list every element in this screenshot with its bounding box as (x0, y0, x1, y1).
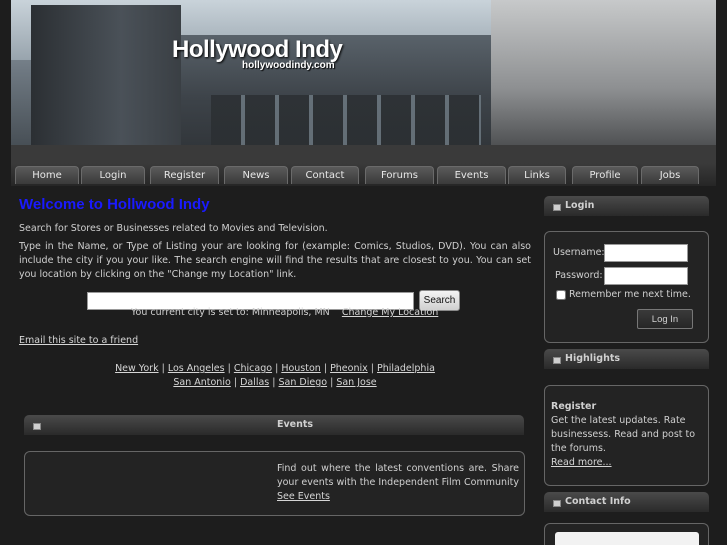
intro-text: Search for Stores or Businesses related … (19, 223, 328, 234)
contact-panel-header: Contact Info (544, 492, 709, 512)
header-banner (11, 0, 716, 162)
banner-building-left (31, 5, 181, 162)
city-link-philadelphia[interactable]: Philadelphia (377, 363, 435, 374)
nav-contact[interactable]: Contact (291, 166, 359, 184)
events-panel: Find out where the latest conventions ar… (24, 451, 525, 516)
city-link-chicago[interactable]: Chicago (234, 363, 272, 374)
events-description: Find out where the latest conventions ar… (277, 463, 519, 502)
city-link-new-york[interactable]: New York (115, 363, 159, 374)
nav-forums[interactable]: Forums (365, 166, 434, 184)
banner-store-windows (211, 95, 481, 145)
city-link-los-angeles[interactable]: Los Angeles (168, 363, 225, 374)
page-title: Welcome to Hollwood Indy (19, 196, 210, 213)
site-url: hollywoodindy.com (242, 60, 335, 71)
password-label: Password: (555, 270, 603, 281)
banner-sidewalk (11, 145, 716, 162)
remember-me-label: Remember me next time. (569, 289, 691, 300)
nav-profile[interactable]: Profile (572, 166, 638, 184)
square-bullet-icon (553, 204, 561, 211)
main-nav: Home Login Register News Contact Forums … (11, 162, 716, 186)
events-panel-header: Events (24, 415, 524, 435)
password-field[interactable] (604, 267, 688, 285)
nav-links[interactable]: Links (508, 166, 566, 184)
city-link-san-diego[interactable]: San Diego (279, 377, 328, 388)
read-more-link[interactable]: Read more... (551, 457, 612, 468)
highlight-item-title: Register (551, 401, 597, 412)
see-events-link[interactable]: See Events (277, 491, 330, 502)
username-label: Username: (553, 247, 605, 258)
city-link-pheonix[interactable]: Pheonix (330, 363, 368, 374)
nav-login[interactable]: Login (81, 166, 145, 184)
square-bullet-icon (553, 500, 561, 507)
highlights-content: Register Get the latest updates. Rate bu… (551, 400, 703, 470)
email-friend-link[interactable]: Email this site to a friend (19, 335, 138, 346)
login-panel-title: Login (565, 200, 595, 211)
nav-home[interactable]: Home (15, 166, 79, 184)
nav-news[interactable]: News (224, 166, 288, 184)
remember-me-checkbox[interactable] (556, 290, 566, 300)
city-link-houston[interactable]: Houston (281, 363, 320, 374)
city-links-row-2: San Antonio | Dallas | San Diego | San J… (173, 377, 377, 388)
highlights-panel: Register Get the latest updates. Rate bu… (544, 385, 709, 486)
search-instructions: Type in the Name, or Type of Listing you… (19, 241, 531, 280)
square-bullet-icon (33, 423, 41, 430)
nav-jobs[interactable]: Jobs (641, 166, 699, 184)
highlights-panel-title: Highlights (565, 353, 621, 364)
username-field[interactable] (604, 244, 688, 262)
city-link-san-antonio[interactable]: San Antonio (173, 377, 230, 388)
nav-events[interactable]: Events (437, 166, 506, 184)
current-city-text: You current city is set to: Minneapolis,… (131, 307, 330, 318)
contact-panel-title: Contact Info (565, 496, 631, 507)
current-city-line: You current city is set to: Minneapolis,… (131, 307, 438, 318)
login-panel-header: Login (544, 196, 709, 216)
nav-register[interactable]: Register (150, 166, 219, 184)
city-links-row-1: New York | Los Angeles | Chicago | Houst… (115, 363, 435, 374)
highlight-item-text: Get the latest updates. Rate businessess… (551, 415, 696, 454)
highlights-panel-header: Highlights (544, 349, 709, 369)
banner-building-right (491, 0, 716, 162)
city-link-dallas[interactable]: Dallas (240, 377, 269, 388)
contact-info-box (555, 532, 699, 545)
login-panel: Username: Password: Remember me next tim… (544, 231, 709, 343)
city-link-san-jose[interactable]: San Jose (336, 377, 376, 388)
square-bullet-icon (553, 357, 561, 364)
change-location-link[interactable]: Change My Location (342, 307, 438, 318)
events-panel-title: Events (277, 419, 314, 430)
log-in-button[interactable]: Log In (637, 309, 693, 329)
